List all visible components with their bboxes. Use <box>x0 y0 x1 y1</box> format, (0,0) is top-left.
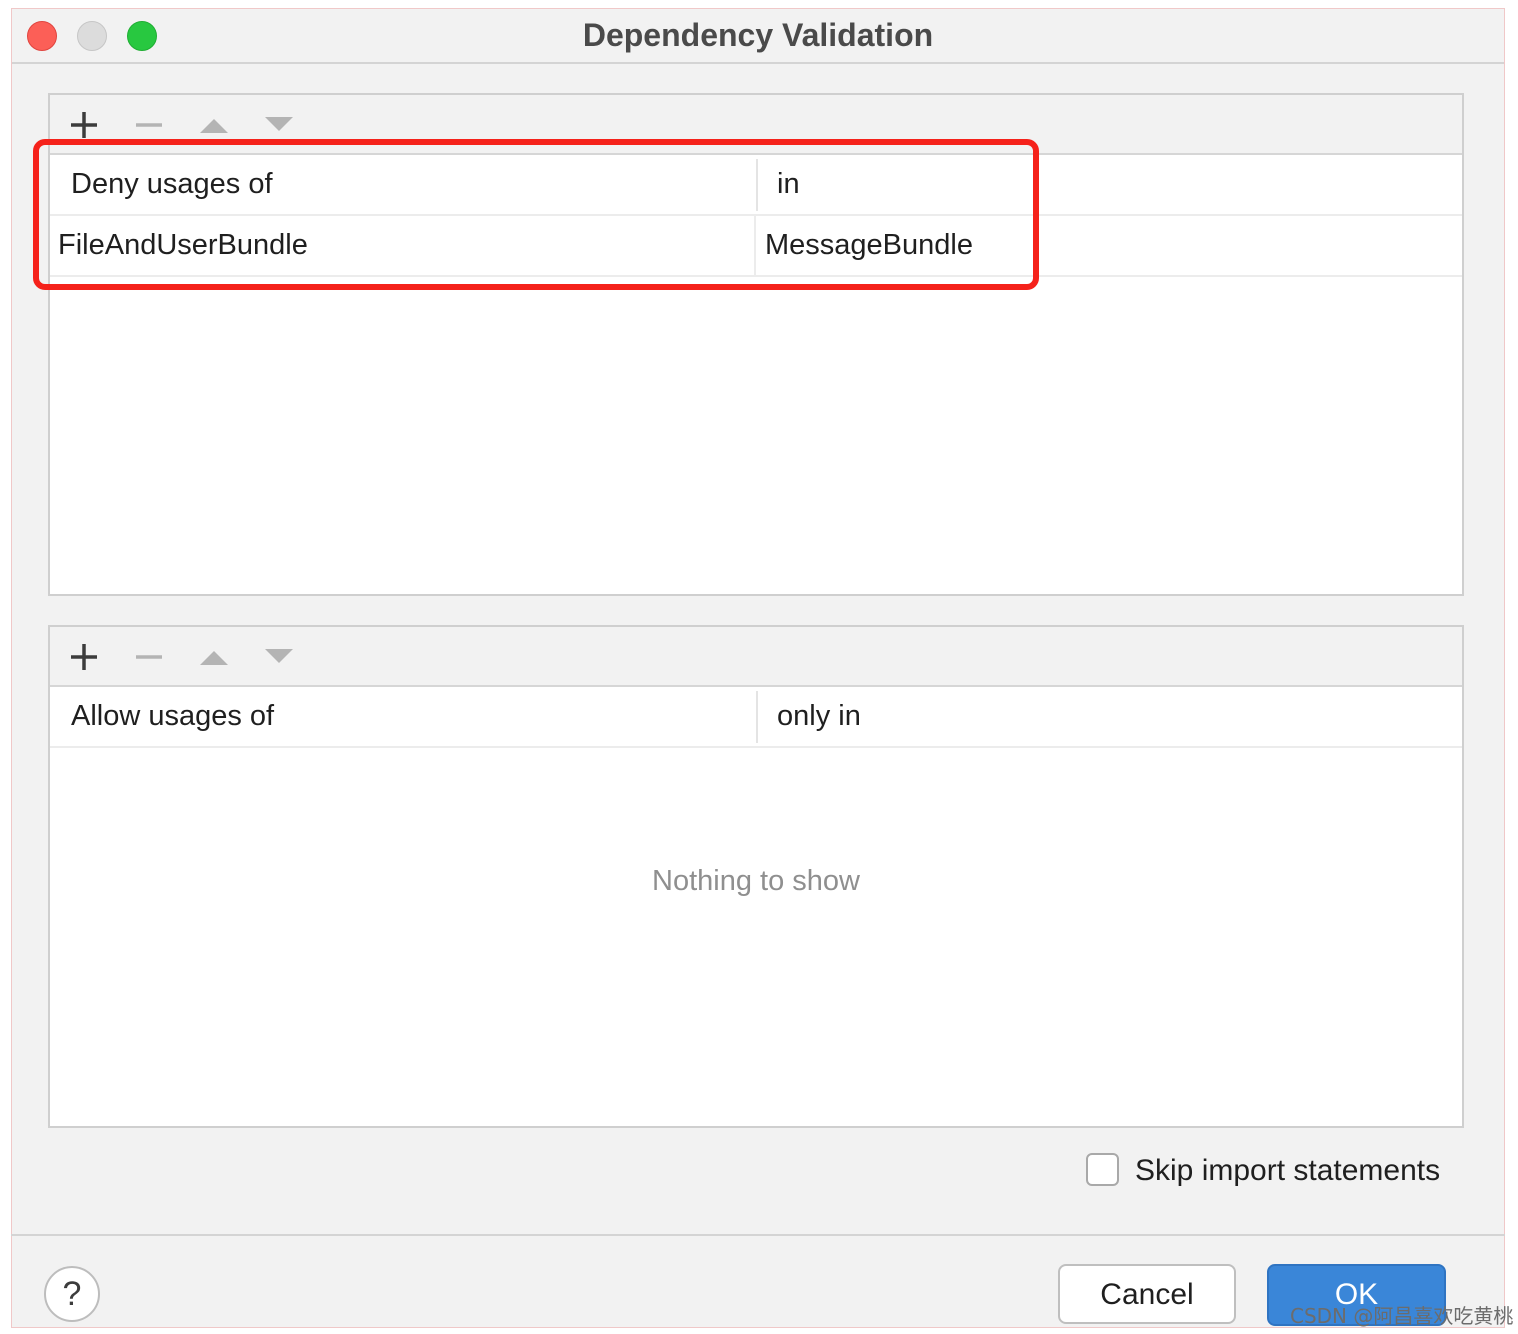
table-cell[interactable]: FileAndUserBundle <box>58 216 308 275</box>
column-divider[interactable] <box>756 159 758 211</box>
deny-toolbar <box>50 95 1462 155</box>
triangle-up-icon <box>200 651 228 665</box>
table-row[interactable]: FileAndUserBundle MessageBundle <box>50 216 1462 277</box>
help-button[interactable]: ? <box>44 1266 100 1322</box>
watermark-text: CSDN @阿昌喜欢吃黄桃 <box>1290 1304 1514 1328</box>
plus-icon <box>71 112 97 138</box>
empty-state-text: Nothing to show <box>652 865 860 897</box>
triangle-down-icon <box>265 117 293 131</box>
title-bar: Dependency Validation <box>12 9 1504 64</box>
allow-add-button[interactable] <box>64 637 104 677</box>
dialog-window: Dependency Validation Deny usages of in … <box>11 8 1505 1328</box>
cancel-button[interactable]: Cancel <box>1058 1264 1236 1324</box>
skip-import-label[interactable]: Skip import statements <box>1135 1151 1440 1191</box>
plus-icon <box>71 644 97 670</box>
allow-table-header: Allow usages of only in <box>50 687 1462 748</box>
minus-icon <box>136 123 162 127</box>
allow-toolbar <box>50 627 1462 687</box>
column-divider <box>754 216 756 275</box>
column-header[interactable]: only in <box>777 687 861 746</box>
deny-add-button[interactable] <box>64 105 104 145</box>
column-header[interactable]: Allow usages of <box>71 687 274 746</box>
deny-remove-button[interactable] <box>129 105 169 145</box>
skip-import-checkbox[interactable] <box>1086 1153 1119 1186</box>
triangle-down-icon <box>265 649 293 663</box>
deny-table-header: Deny usages of in <box>50 155 1462 216</box>
minus-icon <box>136 655 162 659</box>
deny-move-up-button[interactable] <box>194 105 234 145</box>
footer-separator <box>11 1234 1505 1236</box>
table-cell[interactable]: MessageBundle <box>765 216 973 275</box>
allow-remove-button[interactable] <box>129 637 169 677</box>
deny-rules-panel: Deny usages of in FileAndUserBundle Mess… <box>48 93 1464 596</box>
column-header[interactable]: in <box>777 155 800 214</box>
allow-rules-panel: Allow usages of only in Nothing to show <box>48 625 1464 1128</box>
allow-move-up-button[interactable] <box>194 637 234 677</box>
deny-move-down-button[interactable] <box>259 105 299 145</box>
triangle-up-icon <box>200 119 228 133</box>
dialog-title: Dependency Validation <box>582 17 934 53</box>
column-divider[interactable] <box>756 691 758 743</box>
allow-move-down-button[interactable] <box>259 637 299 677</box>
column-header[interactable]: Deny usages of <box>71 155 273 214</box>
